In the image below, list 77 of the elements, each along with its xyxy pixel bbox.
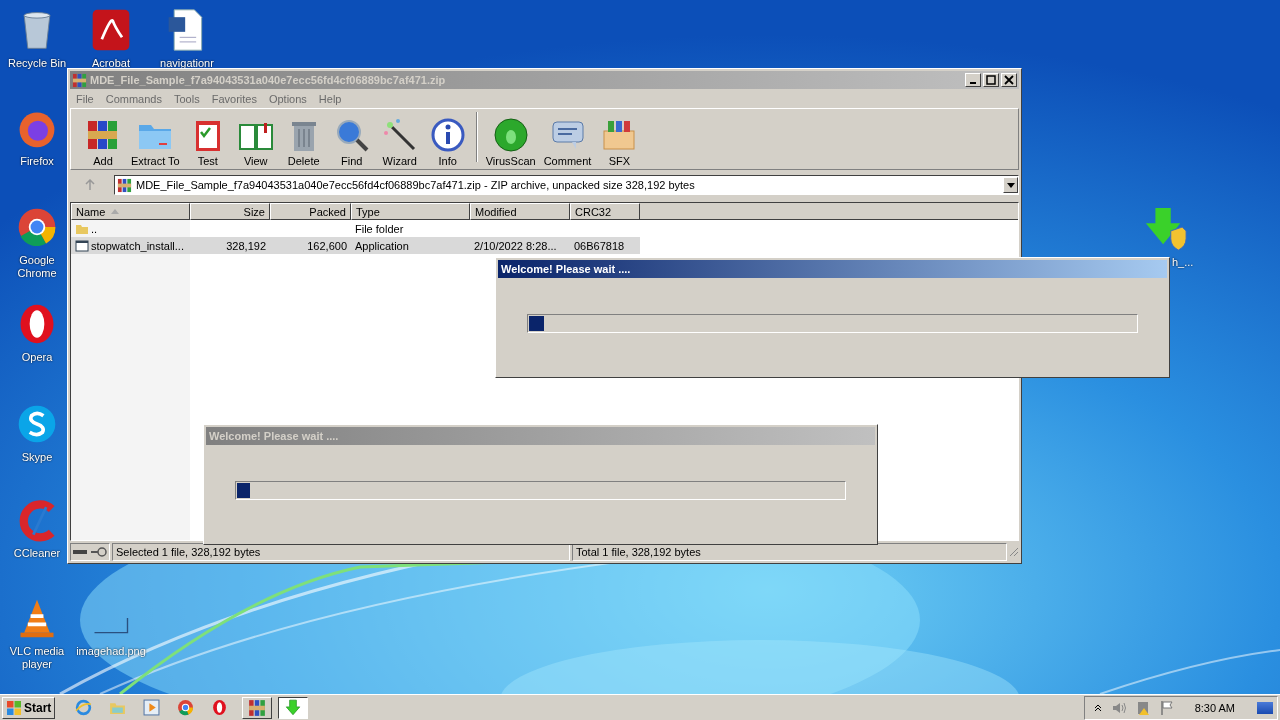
icon-label: h_... (1172, 256, 1194, 268)
toolbar-button[interactable]: SFX (595, 117, 644, 167)
clock[interactable]: 8:30 AM (1194, 701, 1235, 714)
menu-item[interactable]: Favorites (205, 92, 263, 105)
start-button[interactable]: Start (2, 696, 56, 719)
table-cell: 328,192 (226, 239, 266, 252)
path-field[interactable]: MDE_File_Sample_f7a94043531a040e7ecc56fd4cf06889bc7af471.zip - ZIP archive, unpacked size 328,192 bytes (114, 175, 1019, 195)
table-cell: Application (355, 239, 409, 252)
toolbar-button[interactable]: Find (327, 117, 376, 167)
toolbar-button[interactable]: Extract To (127, 117, 184, 167)
dialog-title: Welcome! Please wait .... (209, 430, 339, 442)
windows-logo-icon (6, 699, 22, 716)
archive-icon (248, 698, 267, 717)
browser-icon[interactable] (211, 699, 229, 716)
table-cell: 2/10/2022 8:28... (474, 239, 557, 252)
toolbar-button[interactable]: Wizard (375, 117, 424, 167)
window-title: MDE_File_Sample_f7a94043531a040e7ecc56fd4cf06889bc7af471.zip (90, 74, 447, 86)
download-icon (284, 698, 303, 717)
toolbar-button[interactable]: Info (423, 117, 472, 167)
icon-label: Firefox (20, 155, 54, 168)
column-header[interactable]: CRC32 (570, 203, 640, 220)
icon-label: Acrobat (92, 57, 130, 70)
toolbar-button[interactable]: Delete (279, 117, 328, 167)
minimize-icon (970, 82, 976, 84)
wand-icon (381, 117, 418, 153)
flag-icon[interactable] (1158, 699, 1175, 716)
chevron-up-icon[interactable] (1092, 702, 1103, 713)
table-cell: File folder (355, 222, 404, 235)
close-icon (1004, 75, 1014, 85)
taskbar-button[interactable] (278, 696, 309, 719)
maximize-button[interactable] (983, 73, 999, 87)
archive-icon (72, 72, 87, 88)
show-desktop-button[interactable] (1257, 701, 1273, 714)
icon-label: VLC media player (8, 645, 66, 671)
toolbar-button[interactable]: Comment (539, 117, 596, 167)
icon-label: Opera (21, 351, 53, 364)
dropdown-button[interactable] (1003, 177, 1018, 193)
resize-grip-icon[interactable] (1009, 547, 1019, 557)
drive-key-icon (72, 546, 108, 558)
column-header[interactable]: Size (190, 203, 270, 220)
browser-icon[interactable] (177, 699, 195, 716)
menu-item[interactable]: Help (312, 92, 348, 105)
application-icon (75, 238, 89, 253)
file-row[interactable]: stopwatch_install... 328,192 162,600 Application 2/10/2022 8:28... 06B67818 (71, 237, 640, 254)
close-button[interactable] (1001, 73, 1017, 87)
icon-label: Google Chrome (16, 254, 58, 280)
toolbar-button[interactable]: VirusScan (481, 117, 540, 167)
dialog-title: Welcome! Please wait .... (501, 263, 631, 275)
up-arrow-icon (84, 179, 96, 191)
icon-label: Skype (21, 451, 53, 464)
toolbar-button[interactable]: Add (79, 117, 127, 167)
sort-icon (111, 209, 120, 214)
icon-label: imagehad.png (76, 645, 146, 658)
info-icon (429, 117, 466, 153)
menu-item[interactable]: Options (262, 92, 313, 105)
column-header[interactable]: Packed (270, 203, 351, 220)
table-cell: 162,600 (307, 239, 347, 252)
toolbar-button[interactable]: Test (183, 117, 232, 167)
table-cell: stopwatch_install... (91, 239, 184, 252)
menu-item[interactable]: Tools (168, 92, 206, 105)
column-header[interactable]: Type (351, 203, 470, 220)
bug-icon (492, 117, 529, 153)
icon-label: navigationr (160, 57, 214, 70)
caret-icon (1006, 181, 1015, 189)
archive-icon (117, 177, 132, 193)
table-cell: .. (91, 222, 98, 235)
toolbar-button[interactable]: View (231, 117, 280, 167)
maximize-icon (986, 75, 996, 85)
icon-label: Recycle Bin (7, 57, 67, 70)
file-row[interactable]: .. File folder (71, 220, 640, 237)
column-header[interactable]: Name (71, 203, 190, 220)
menu-item[interactable]: Commands (99, 92, 168, 105)
icon-label: CCleaner (13, 547, 61, 560)
column-header[interactable]: Modified (470, 203, 570, 220)
table-cell: 06B67818 (574, 239, 625, 252)
menu-item[interactable]: File (70, 92, 100, 105)
minimize-button[interactable] (965, 73, 981, 87)
